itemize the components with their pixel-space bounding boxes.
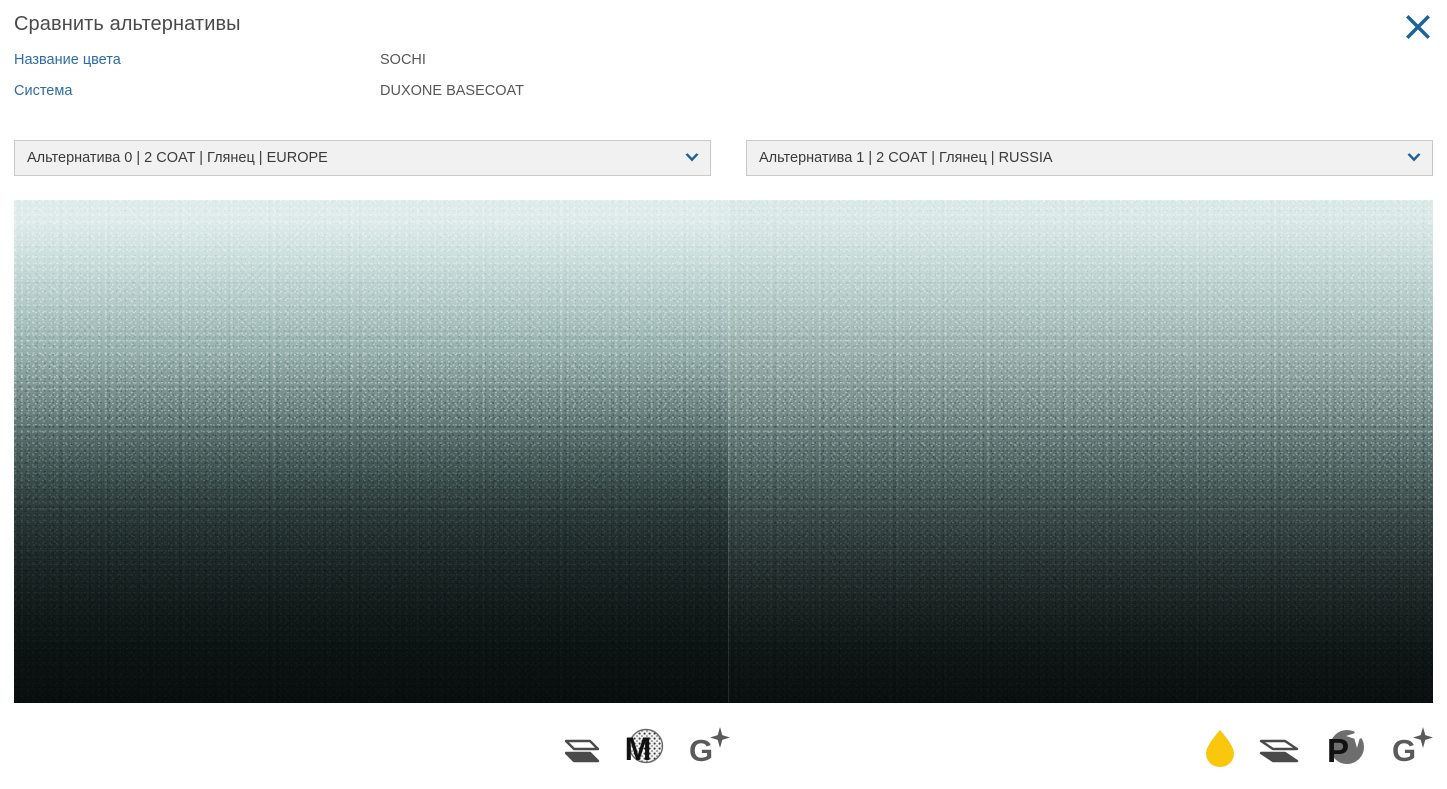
metallic-m-icon: M: [618, 722, 670, 774]
gloss-g-sparkle-icon: G: [1387, 723, 1437, 773]
compare-alternatives-dialog: Сравнить альтернативы Название цвета SOC…: [0, 0, 1447, 789]
alternative-0-select[interactable]: Альтернатива 0 | 2 COAT | Глянец | EUROP…: [14, 140, 711, 176]
color-meta-list: Название цвета SOCHI Система DUXONE BASE…: [14, 52, 914, 114]
alternative-0-select-value: Альтернатива 0 | 2 COAT | Глянец | EUROP…: [27, 150, 328, 166]
alternative-1-grain-texture: [728, 200, 1433, 703]
layers-two-coat-icon: [1253, 728, 1305, 768]
close-button[interactable]: [1397, 6, 1439, 48]
chevron-down-icon: [1404, 148, 1424, 168]
meta-row-system: Система DUXONE BASECOAT: [14, 83, 914, 114]
gloss-g-letter: G: [689, 733, 713, 768]
alternative-1-swatch[interactable]: [728, 200, 1433, 703]
gloss-g-letter: G: [1392, 733, 1416, 768]
color-name-label: Название цвета: [14, 52, 121, 68]
alternative-selector-row: Альтернатива 0 | 2 COAT | Глянец | EUROP…: [0, 140, 1447, 176]
alternative-0-icon-legend: M G: [552, 715, 734, 781]
droplet-icon: [1201, 725, 1239, 771]
pearl-p-sparkle-icon: P: [1319, 722, 1373, 774]
gloss-g-sparkle-icon: G: [684, 723, 734, 773]
metallic-m-letter: M: [625, 731, 652, 767]
meta-row-color-name: Название цвета SOCHI: [14, 52, 914, 83]
alternative-0-grain-texture: [14, 200, 728, 703]
alternative-1-icon-legend: P G: [1201, 715, 1437, 781]
swatch-comparison-area: [14, 200, 1433, 703]
swatch-seam-divider: [728, 200, 729, 703]
system-value: DUXONE BASECOAT: [380, 83, 524, 99]
close-x-icon: [1403, 12, 1433, 42]
alternative-1-select[interactable]: Альтернатива 1 | 2 COAT | Глянец | RUSSI…: [746, 140, 1433, 176]
alternative-0-swatch[interactable]: [14, 200, 728, 703]
page-title: Сравнить альтернативы: [14, 13, 241, 35]
color-name-value: SOCHI: [380, 52, 426, 68]
system-label: Система: [14, 83, 73, 99]
alternative-1-select-value: Альтернатива 1 | 2 COAT | Глянец | RUSSI…: [759, 150, 1053, 166]
layers-two-coat-icon: [552, 728, 604, 768]
pearl-p-letter: P: [1327, 732, 1349, 769]
chevron-down-icon: [682, 148, 702, 168]
